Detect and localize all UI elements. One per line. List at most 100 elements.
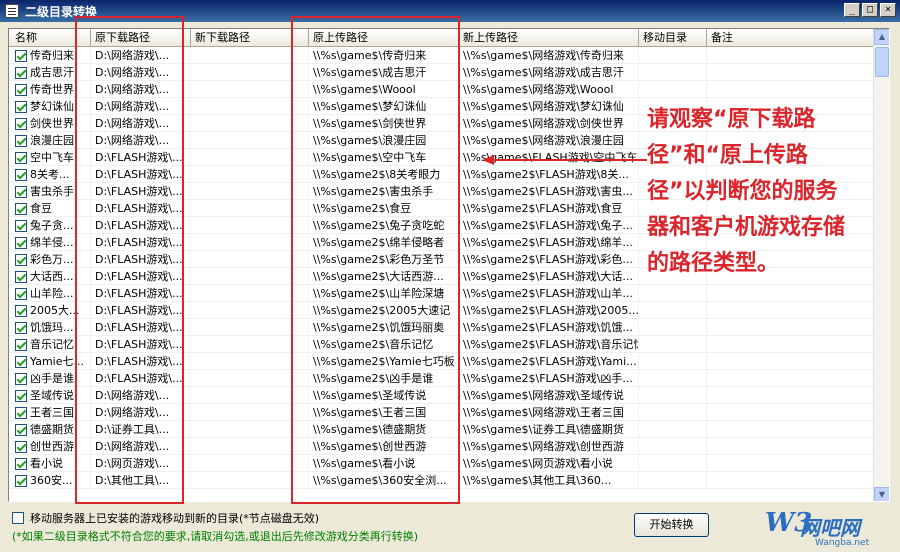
row-checkbox[interactable] <box>15 236 27 249</box>
row-new-upload: \\%s\game2$\FLASH游戏\大话... <box>459 268 639 285</box>
row-name: 兔子贪... <box>30 219 74 232</box>
row-new-upload: \\%s\game$\网络游戏\Woool <box>459 81 639 98</box>
row-notes <box>707 47 875 64</box>
row-new-upload: \\%s\game$\网络游戏\传奇归来 <box>459 47 639 64</box>
row-name: 音乐记忆 <box>30 338 74 351</box>
row-checkbox[interactable] <box>15 202 27 215</box>
row-new-upload: \\%s\game2$\FLASH游戏\饥饿... <box>459 319 639 336</box>
highlight-box-orig-download <box>75 16 184 504</box>
column-header-notes[interactable]: 备注 <box>707 29 875 47</box>
row-name: 圣域传说 <box>30 389 74 402</box>
row-checkbox[interactable] <box>15 83 27 96</box>
watermark-sub: Wangba.net <box>815 538 870 548</box>
row-move-dir <box>639 472 707 489</box>
column-header-move-dir[interactable]: 移动目录 <box>639 29 707 47</box>
row-new-upload: \\%s\game2$\FLASH游戏\凶手... <box>459 370 639 387</box>
row-name: 饥饿玛... <box>30 321 74 334</box>
row-checkbox[interactable] <box>15 117 27 130</box>
row-new-upload: \\%s\game$\网络游戏\创世西游 <box>459 438 639 455</box>
row-new-upload: \\%s\game2$\FLASH游戏\Yami... <box>459 353 639 370</box>
row-checkbox[interactable] <box>15 338 27 351</box>
row-checkbox[interactable] <box>15 253 27 266</box>
row-move-dir <box>639 336 707 353</box>
highlight-box-orig-upload <box>291 16 460 504</box>
row-checkbox[interactable] <box>15 100 27 113</box>
row-new-upload: \\%s\game2$\FLASH游戏\害虫... <box>459 183 639 200</box>
row-new-upload: \\%s\game2$\FLASH游戏\2005... <box>459 302 639 319</box>
row-checkbox[interactable] <box>15 474 27 487</box>
start-convert-button[interactable]: 开始转换 <box>634 513 709 537</box>
row-move-dir <box>639 319 707 336</box>
row-new-upload: \\%s\game$\网络游戏\王者三国 <box>459 404 639 421</box>
row-move-dir <box>639 404 707 421</box>
row-checkbox[interactable] <box>15 440 27 453</box>
row-notes <box>707 319 875 336</box>
row-notes <box>707 421 875 438</box>
minimize-button[interactable]: _ <box>844 3 860 17</box>
row-checkbox[interactable] <box>15 66 27 79</box>
row-move-dir <box>639 353 707 370</box>
row-name: 大话西... <box>30 270 74 283</box>
row-name: 2005大... <box>30 304 80 317</box>
row-checkbox[interactable] <box>15 304 27 317</box>
row-notes <box>707 455 875 472</box>
column-header-new-upload[interactable]: 新上传路径 <box>459 29 639 47</box>
row-checkbox[interactable] <box>15 287 27 300</box>
row-checkbox[interactable] <box>15 185 27 198</box>
row-new-upload: \\%s\game2$\FLASH游戏\兔子... <box>459 217 639 234</box>
row-notes <box>707 438 875 455</box>
row-name: 浪漫庄园 <box>30 134 74 147</box>
row-name: 凶手是谁 <box>30 372 74 385</box>
watermark-logo: W3 网吧网 Wangba.net <box>745 508 895 548</box>
row-move-dir <box>639 64 707 81</box>
row-name: 创世西游 <box>30 440 74 453</box>
row-move-dir <box>639 47 707 64</box>
row-checkbox[interactable] <box>15 219 27 232</box>
move-option-checkbox[interactable] <box>12 512 24 524</box>
row-checkbox[interactable] <box>15 321 27 334</box>
row-move-dir <box>639 438 707 455</box>
row-checkbox[interactable] <box>15 406 27 419</box>
row-name: 成吉思汗 <box>30 66 74 79</box>
app-icon <box>5 4 19 18</box>
row-checkbox[interactable] <box>15 134 27 147</box>
scroll-thumb[interactable] <box>875 47 889 77</box>
row-move-dir <box>639 81 707 98</box>
row-move-dir <box>639 370 707 387</box>
row-new-upload: \\%s\game$\网络游戏\梦幻诛仙 <box>459 98 639 115</box>
row-notes <box>707 285 875 302</box>
scroll-down-icon[interactable]: ▼ <box>874 487 889 501</box>
row-new-upload: \\%s\game2$\FLASH游戏\食豆 <box>459 200 639 217</box>
row-new-upload: \\%s\game$\网络游戏\浪漫庄园 <box>459 132 639 149</box>
row-checkbox[interactable] <box>15 372 27 385</box>
window-controls: _ □ × <box>844 3 896 17</box>
row-name: 彩色万... <box>30 253 74 266</box>
row-checkbox[interactable] <box>15 457 27 470</box>
move-option[interactable]: 移动服务器上已安装的游戏移动到新的目录(*节点磁盘无效) <box>12 510 319 526</box>
maximize-button[interactable]: □ <box>862 3 878 17</box>
row-move-dir <box>639 302 707 319</box>
row-checkbox[interactable] <box>15 151 27 164</box>
row-new-upload: \\%s\game2$\FLASH游戏\8关... <box>459 166 639 183</box>
row-checkbox[interactable] <box>15 389 27 402</box>
vertical-scrollbar[interactable]: ▲ ▼ <box>873 29 889 501</box>
row-checkbox[interactable] <box>15 423 27 436</box>
row-name: 绵羊侵... <box>30 236 74 249</box>
row-new-upload: \\%s\game$\网络游戏\圣域传说 <box>459 387 639 404</box>
row-name: 梦幻诛仙 <box>30 100 74 113</box>
annotation-arrow-icon <box>482 155 647 165</box>
scroll-up-icon[interactable]: ▲ <box>874 29 889 45</box>
row-new-upload: \\%s\game2$\FLASH游戏\彩色... <box>459 251 639 268</box>
close-button[interactable]: × <box>880 3 896 17</box>
row-checkbox[interactable] <box>15 270 27 283</box>
row-name: 食豆 <box>30 202 52 215</box>
row-notes <box>707 472 875 489</box>
row-notes <box>707 387 875 404</box>
row-name: 8关考... <box>30 168 70 181</box>
row-new-upload: \\%s\game2$\FLASH游戏\山羊... <box>459 285 639 302</box>
row-checkbox[interactable] <box>15 168 27 181</box>
row-checkbox[interactable] <box>15 355 27 368</box>
row-checkbox[interactable] <box>15 49 27 62</box>
row-name: 德盛期货 <box>30 423 74 436</box>
row-new-upload: \\%s\game$\网络游戏\成吉思汗 <box>459 64 639 81</box>
